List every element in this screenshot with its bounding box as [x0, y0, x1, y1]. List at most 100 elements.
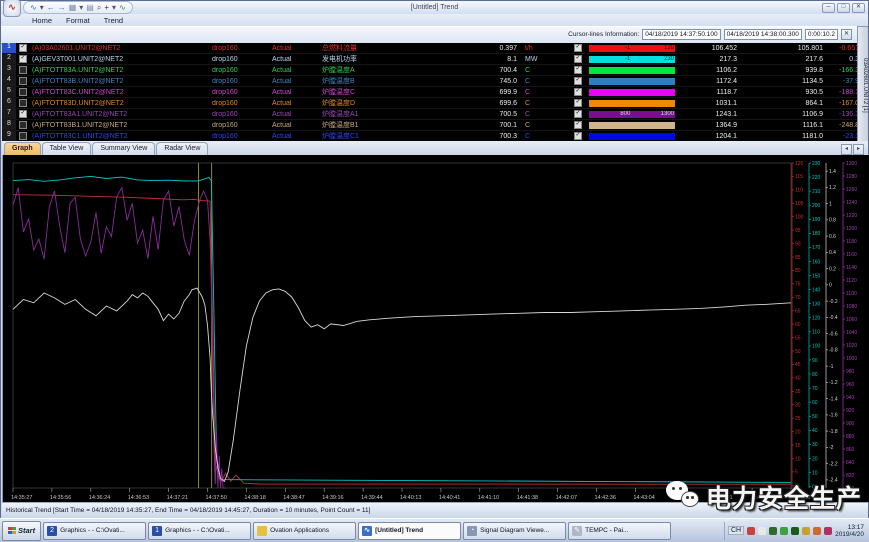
row-visibility-checkbox[interactable]: [19, 121, 27, 129]
row-visibility-checkbox[interactable]: [19, 99, 27, 107]
cursor-info-label: Cursor-lines Information:: [568, 31, 639, 38]
point-description: 总燃料流量: [322, 43, 457, 53]
tray-icon[interactable]: [747, 527, 755, 535]
row-visibility-checkbox[interactable]: [19, 132, 27, 140]
taskbar-item[interactable]: Ovation Applications: [253, 522, 356, 540]
taskbar-item[interactable]: ✎TEMPC - Pai...: [568, 522, 671, 540]
cursor-duration-field[interactable]: 0:00:10.2: [805, 29, 838, 40]
scale-checkbox[interactable]: ✓: [574, 132, 582, 140]
row-number[interactable]: 6: [2, 98, 16, 108]
point-description: 炉膛温度C: [322, 87, 457, 97]
point-name: (A)FTOTT83A1.UNIT2@NET2: [30, 111, 212, 118]
tab-scroll-right-icon[interactable]: ▸: [853, 144, 864, 155]
scale-checkbox[interactable]: ✓: [574, 66, 582, 74]
row-number[interactable]: 4: [2, 76, 16, 86]
row-number[interactable]: 2: [2, 54, 16, 64]
cursor1-time-field[interactable]: 04/18/2019 14:37:50.100: [642, 29, 720, 40]
taskbar-item[interactable]: ∿[Untitled] Trend: [358, 522, 461, 540]
tab-radar-view[interactable]: Radar View: [156, 142, 208, 155]
cursor-info-close-icon[interactable]: ✕: [841, 29, 852, 40]
tray-icon[interactable]: [758, 527, 766, 535]
y-axis-tick-label: 70: [795, 295, 801, 301]
point-drop: drop160: [212, 56, 272, 63]
scale-checkbox[interactable]: ✓: [574, 88, 582, 96]
y-axis-tick-label: 1.4: [829, 169, 836, 175]
scale-checkbox[interactable]: ✓: [574, 44, 582, 52]
close-button[interactable]: ✕: [852, 3, 865, 13]
table-row[interactable]: 5(A)FTOTT83C.UNIT2@NET2drop160Actual炉膛温度…: [2, 87, 860, 98]
row-visibility-checkbox[interactable]: ✓: [19, 110, 27, 118]
point-detail-side-tab[interactable]: 03A02601.UNIT2 [1]: [857, 26, 868, 144]
cursor2-value: 864.1: [737, 100, 823, 107]
tray-icon[interactable]: [769, 527, 777, 535]
scale-checkbox[interactable]: ✓: [574, 110, 582, 118]
tab-scroll-left-icon[interactable]: ◂: [841, 144, 852, 155]
menu-home[interactable]: Home: [27, 16, 57, 25]
scale-checkbox[interactable]: ✓: [574, 55, 582, 63]
point-description: 炉膛温度C1: [322, 131, 457, 141]
table-row[interactable]: 4(A)FTOTT83B.UNIT2@NET2drop160Actual炉膛温度…: [2, 76, 860, 87]
table-row[interactable]: 7✓(A)FTOTT83A1.UNIT2@NET2drop160Actual炉膛…: [2, 109, 860, 120]
scale-checkbox[interactable]: ✓: [574, 77, 582, 85]
row-visibility-checkbox[interactable]: [19, 77, 27, 85]
tray-icon[interactable]: [802, 527, 810, 535]
tab-graph[interactable]: Graph: [4, 142, 41, 155]
table-row[interactable]: 8(A)FTOTT83B1.UNIT2@NET2drop160Actual炉膛温…: [2, 120, 860, 131]
taskbar-item-label: TEMPC - Pai...: [585, 527, 628, 534]
maximize-button[interactable]: □: [837, 3, 850, 13]
menu-format[interactable]: Format: [61, 16, 95, 25]
y-axis-tick-label: 100: [812, 344, 821, 350]
tray-icon[interactable]: [791, 527, 799, 535]
table-row[interactable]: 1✓(A)03A02601.UNIT2@NET2drop160Actual总燃料…: [2, 43, 860, 54]
taskbar-item-label: Signal Diagram Viewe...: [480, 527, 549, 534]
table-row[interactable]: 2✓(A)GEV3T001.UNIT2@NET2drop160Actual发电机…: [2, 54, 860, 65]
cursor1-value: 1031.1: [675, 100, 737, 107]
taskbar-item[interactable]: 2Graphics - - C:\Ovati...: [43, 522, 146, 540]
taskbar-item[interactable]: ◔Signal Diagram Viewe...: [463, 522, 566, 540]
y-axis-tick-label: 0.4: [829, 250, 836, 256]
point-mode: Actual: [272, 45, 322, 52]
scale-checkbox[interactable]: ✓: [574, 121, 582, 129]
trend-icon: ∿: [362, 526, 372, 536]
y-axis-tick-label: 1140: [846, 265, 857, 271]
y-axis-tick-label: 40: [812, 428, 818, 434]
watermark-text: 电力安全生产: [706, 479, 862, 515]
row-visibility-checkbox[interactable]: ✓: [19, 44, 27, 52]
tab-table-view[interactable]: Table View: [42, 142, 92, 155]
row-number[interactable]: 3: [2, 65, 16, 75]
table-row[interactable]: 9(A)FTOTT83C1.UNIT2@NET2drop160Actual炉膛温…: [2, 131, 860, 141]
table-row[interactable]: 6(A)FTOTT83D.UNIT2@NET2drop160Actual炉膛温度…: [2, 98, 860, 109]
row-visibility-checkbox[interactable]: ✓: [19, 55, 27, 63]
point-value: 8.1: [457, 56, 517, 63]
point-mode: Actual: [272, 111, 322, 118]
table-row[interactable]: 3(A)FTOTT83A.UNIT2@NET2drop160Actual炉膛温度…: [2, 65, 860, 76]
scale-color-bar: [589, 89, 675, 96]
taskbar-item[interactable]: 1Graphics - - C:\Ovati...: [148, 522, 251, 540]
row-checkbox-cell: [16, 77, 30, 85]
scale-checkbox[interactable]: ✓: [574, 99, 582, 107]
row-number[interactable]: 8: [2, 120, 16, 130]
tray-icon[interactable]: [780, 527, 788, 535]
tab-summary-view[interactable]: Summary View: [92, 142, 155, 155]
y-axis-tick-label: 60: [812, 400, 818, 406]
point-drop: drop160: [212, 122, 272, 129]
row-visibility-checkbox[interactable]: [19, 88, 27, 96]
tray-icon[interactable]: [824, 527, 832, 535]
y-axis-tick-label: 35: [795, 389, 801, 395]
y-axis-tick-label: -0.6: [829, 331, 838, 337]
row-number[interactable]: 7: [2, 109, 16, 119]
x-axis-tick-label: 14:39:44: [361, 495, 382, 501]
row-number[interactable]: 9: [2, 131, 16, 141]
language-indicator[interactable]: CH: [728, 526, 744, 535]
cursor2-time-field[interactable]: 04/18/2019 14:38:00.300: [724, 29, 802, 40]
row-visibility-checkbox[interactable]: [19, 66, 27, 74]
row-number[interactable]: 5: [2, 87, 16, 97]
start-button[interactable]: Start: [2, 521, 41, 541]
tray-icon[interactable]: [813, 527, 821, 535]
x-axis-tick-label: 14:41:38: [517, 495, 538, 501]
y-axis-tick-label: 50: [812, 414, 818, 420]
minimize-button[interactable]: ─: [822, 3, 835, 13]
row-number[interactable]: 1: [2, 43, 16, 53]
menu-trend[interactable]: Trend: [99, 16, 128, 25]
trend-graph[interactable]: 14:35:2714:35:5614:36:2414:36:5314:37:21…: [3, 155, 869, 502]
